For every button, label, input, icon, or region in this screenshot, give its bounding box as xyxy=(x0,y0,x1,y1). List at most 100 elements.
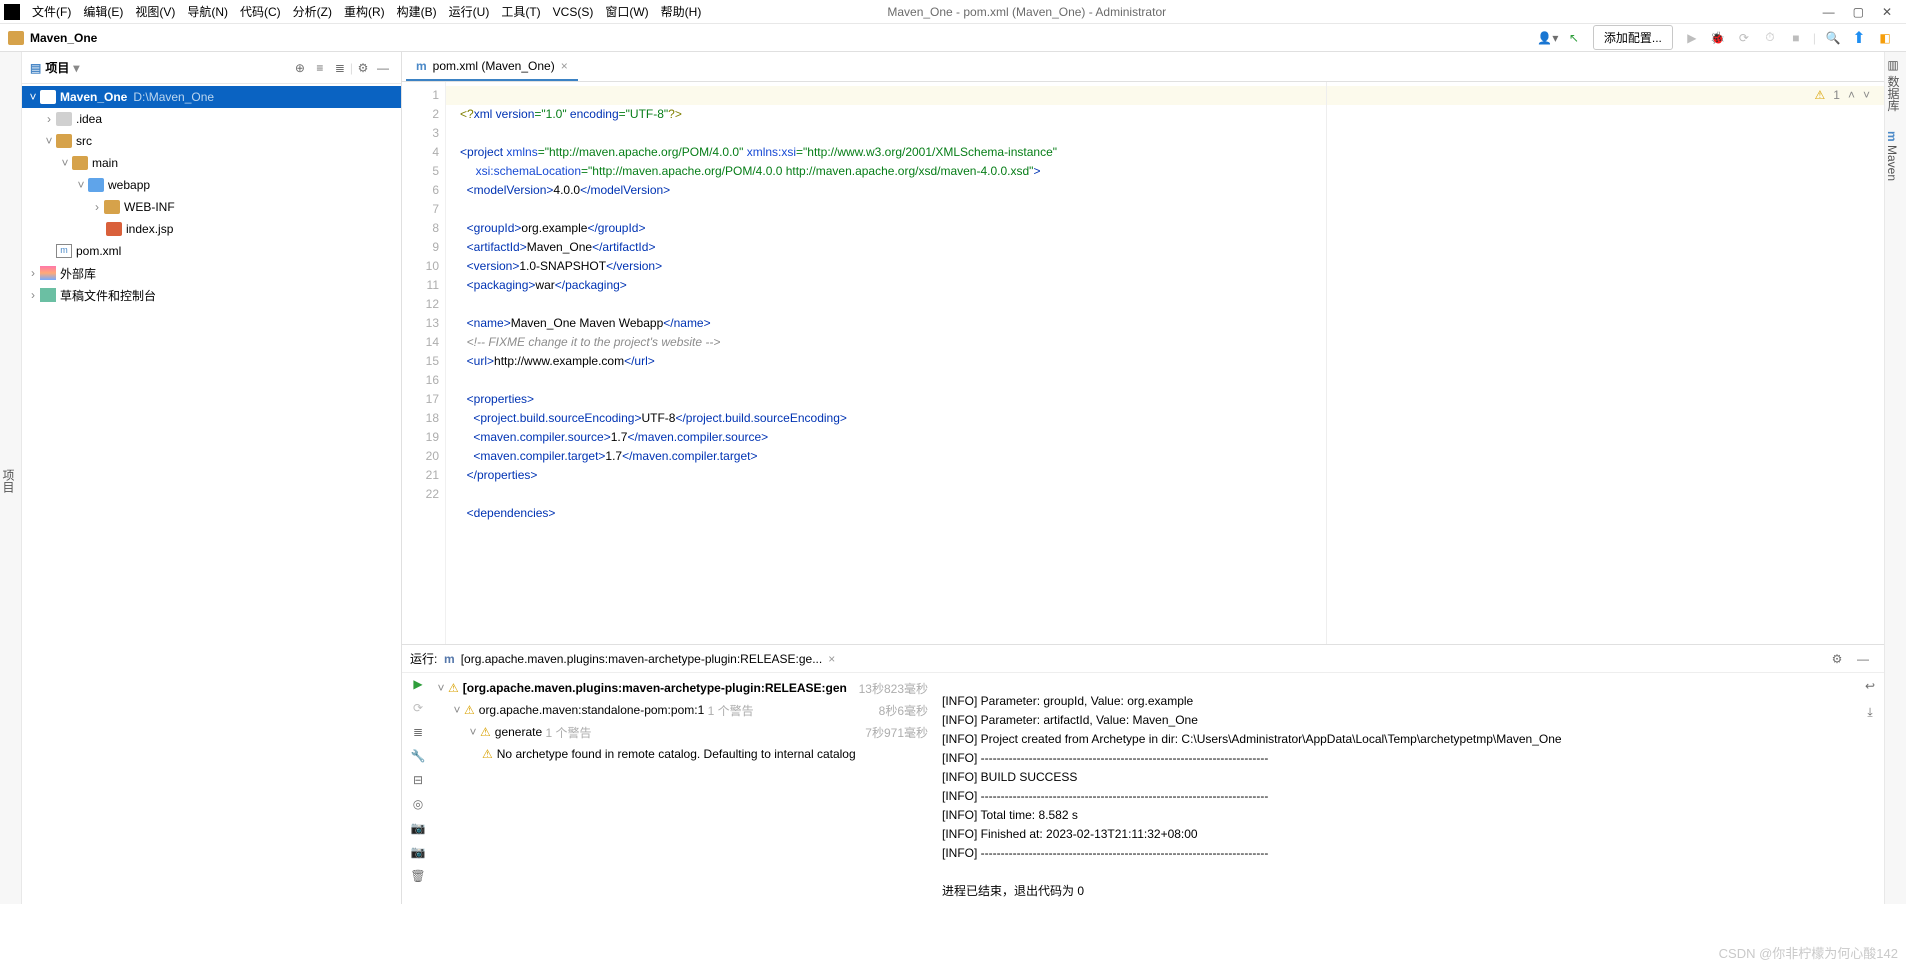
tree-scratches[interactable]: › 草稿文件和控制台 xyxy=(22,284,401,306)
editor-area: m pom.xml (Maven_One) × 1234567891011121… xyxy=(402,52,1884,904)
menu-window[interactable]: 窗口(W) xyxy=(599,3,654,20)
coverage-icon[interactable]: ⟳ xyxy=(1733,27,1755,49)
collapse-icon[interactable]: ≣ xyxy=(330,61,350,75)
project-view-selector[interactable]: ▤ 项目 ▾ xyxy=(30,59,79,76)
menu-view[interactable]: 视图(V) xyxy=(129,3,181,20)
tree-ext-libs[interactable]: › 外部库 xyxy=(22,262,401,284)
tree-webinf[interactable]: › WEB-INF xyxy=(22,196,401,218)
menu-nav[interactable]: 导航(N) xyxy=(181,3,234,20)
wrench-icon[interactable]: 🔧 xyxy=(411,749,426,763)
project-tool-button[interactable]: 项目 xyxy=(1,469,15,493)
run-tree[interactable]: ˅⚠ [org.apache.maven.plugins:maven-arche… xyxy=(434,673,934,904)
tab-close-icon[interactable]: × xyxy=(561,59,568,73)
run-console[interactable]: [INFO] Parameter: groupId, Value: org.ex… xyxy=(934,673,1856,904)
hide-icon[interactable]: — xyxy=(373,61,393,75)
run-node-root[interactable]: ˅⚠ [org.apache.maven.plugins:maven-arche… xyxy=(434,677,934,699)
menu-file[interactable]: 文件(F) xyxy=(26,3,77,20)
run-config-name[interactable]: [org.apache.maven.plugins:maven-archetyp… xyxy=(461,652,823,666)
user-icon[interactable]: 👤▾ xyxy=(1537,27,1559,49)
menu-analyze[interactable]: 分析(Z) xyxy=(287,3,338,20)
warning-icon: ⚠ xyxy=(1815,88,1826,102)
menu-help[interactable]: 帮助(H) xyxy=(655,3,708,20)
menu-edit[interactable]: 编辑(E) xyxy=(77,3,129,20)
search-icon[interactable]: 🔍 xyxy=(1822,27,1844,49)
maximize-icon[interactable]: ▢ xyxy=(1853,5,1864,19)
window-title: Maven_One - pom.xml (Maven_One) - Admini… xyxy=(887,5,1166,19)
menu-refactor[interactable]: 重构(R) xyxy=(338,3,391,20)
menu-code[interactable]: 代码(C) xyxy=(234,3,287,20)
maven-icon: m xyxy=(416,59,427,73)
right-tool-rail: ▥ 数据库 m Maven xyxy=(1884,52,1906,904)
tree-icon[interactable]: ≣ xyxy=(413,725,423,739)
tree-idea[interactable]: › .idea xyxy=(22,108,401,130)
menu-bar: 文件(F) 编辑(E) 视图(V) 导航(N) 代码(C) 分析(Z) 重构(R… xyxy=(0,0,1906,24)
tree-main[interactable]: ˅ main xyxy=(22,152,401,174)
maven-icon: m xyxy=(444,652,455,666)
run-tool-window: 运行: m [org.apache.maven.plugins:maven-ar… xyxy=(402,644,1884,904)
next-highlight-icon[interactable]: ˅ xyxy=(1863,88,1870,102)
locate-icon[interactable]: ⊕ xyxy=(290,61,310,75)
database-tool-button[interactable]: ▥ 数据库 xyxy=(1885,58,1902,111)
minimize-icon[interactable]: — xyxy=(1823,5,1835,19)
stop-icon[interactable]: ■ xyxy=(1785,27,1807,49)
camera2-icon[interactable]: 📷 xyxy=(411,845,426,859)
run-label: 运行: xyxy=(410,650,437,667)
watermark: CSDN @你非柠檬为何心酸142 xyxy=(1719,943,1898,962)
tree-indexjsp[interactable]: index.jsp xyxy=(22,218,401,240)
soft-wrap-icon[interactable]: ↩ xyxy=(1865,679,1875,693)
run-left-rail: ▶ ⟳ ≣ 🔧 ⊟ ◎ 📷 📷 🗑 xyxy=(402,673,434,904)
run-right-rail: ↩ ⤓ xyxy=(1856,673,1884,904)
run-header: 运行: m [org.apache.maven.plugins:maven-ar… xyxy=(402,645,1884,673)
trash-icon[interactable]: 🗑 xyxy=(410,869,425,883)
profile-icon[interactable]: ⏱ xyxy=(1759,27,1781,49)
navigation-bar: Maven_One 👤▾ ↖ 添加配置... ▶ 🐞 ⟳ ⏱ ■ | 🔍 ⬆ ◧ xyxy=(0,24,1906,52)
expand-icon[interactable]: ≡ xyxy=(310,61,330,75)
rerun-icon[interactable]: ▶ xyxy=(413,677,422,691)
prev-highlight-icon[interactable]: ˄ xyxy=(1848,88,1855,102)
play-icon[interactable]: ▶ xyxy=(1681,27,1703,49)
target-icon[interactable]: ◎ xyxy=(413,797,423,811)
app-logo-icon xyxy=(4,4,20,20)
warning-count: 1 xyxy=(1833,88,1840,102)
tab-label: pom.xml (Maven_One) xyxy=(433,59,555,73)
left-tool-rail: 项目 xyxy=(0,52,22,904)
editor-tabs: m pom.xml (Maven_One) × xyxy=(402,52,1884,82)
maven-tool-button[interactable]: m Maven xyxy=(1885,131,1899,181)
run-node-pom[interactable]: ˅⚠ org.apache.maven:standalone-pom:pom:1… xyxy=(434,699,934,721)
scroll-end-icon[interactable]: ⤓ xyxy=(1867,705,1872,720)
ide-icon[interactable]: ◧ xyxy=(1874,27,1896,49)
stop-icon[interactable]: ⟳ xyxy=(413,701,423,715)
pin-icon[interactable]: ⊟ xyxy=(413,773,423,787)
inspection-widget[interactable]: ⚠ 1 ˄ ˅ xyxy=(1815,88,1870,102)
close-icon[interactable]: ✕ xyxy=(1882,5,1892,19)
breadcrumb-project[interactable]: Maven_One xyxy=(30,31,97,45)
project-folder-icon xyxy=(8,31,24,45)
menu-build[interactable]: 构建(B) xyxy=(391,3,443,20)
project-header: ▤ 项目 ▾ ⊕ ≡ ≣ | ⚙ — xyxy=(22,52,401,84)
main-area: 项目 ▤ 项目 ▾ ⊕ ≡ ≣ | ⚙ — ˅ Maven_One D:\Mav… xyxy=(0,52,1906,904)
line-gutter: 12345678910111213141516171819202122 xyxy=(402,82,446,644)
debug-icon[interactable]: 🐞 xyxy=(1707,27,1729,49)
camera-icon[interactable]: 📷 xyxy=(411,821,426,835)
gear-icon[interactable]: ⚙ xyxy=(1826,648,1848,670)
hide-icon[interactable]: — xyxy=(1852,648,1874,670)
menu-vcs[interactable]: VCS(S) xyxy=(547,5,600,19)
tree-webapp[interactable]: ˅ webapp xyxy=(22,174,401,196)
project-tree[interactable]: ˅ Maven_One D:\Maven_One › .idea ˅ src ˅… xyxy=(22,84,401,904)
hammer-icon[interactable]: ↖ xyxy=(1563,27,1585,49)
run-config-button[interactable]: 添加配置... xyxy=(1593,25,1673,50)
code-editor[interactable]: 12345678910111213141516171819202122 <?xm… xyxy=(402,82,1884,644)
menu-run[interactable]: 运行(U) xyxy=(443,3,496,20)
tree-pom[interactable]: m pom.xml xyxy=(22,240,401,262)
tab-close-icon[interactable]: × xyxy=(828,652,835,666)
run-node-generate[interactable]: ˅⚠ generate 1 个警告 7秒971毫秒 xyxy=(434,721,934,743)
tree-root[interactable]: ˅ Maven_One D:\Maven_One xyxy=(22,86,401,108)
menu-tools[interactable]: 工具(T) xyxy=(495,3,546,20)
tab-pom-xml[interactable]: m pom.xml (Maven_One) × xyxy=(406,53,578,81)
tree-src[interactable]: ˅ src xyxy=(22,130,401,152)
run-node-warning[interactable]: ⚠ No archetype found in remote catalog. … xyxy=(434,743,934,765)
code-content[interactable]: <?xml version="1.0" encoding="UTF-8"?> <… xyxy=(446,82,1884,644)
project-tool-window: ▤ 项目 ▾ ⊕ ≡ ≣ | ⚙ — ˅ Maven_One D:\Maven_… xyxy=(22,52,402,904)
settings-icon[interactable]: ⚙ xyxy=(353,61,373,75)
sync-icon[interactable]: ⬆ xyxy=(1848,27,1870,49)
